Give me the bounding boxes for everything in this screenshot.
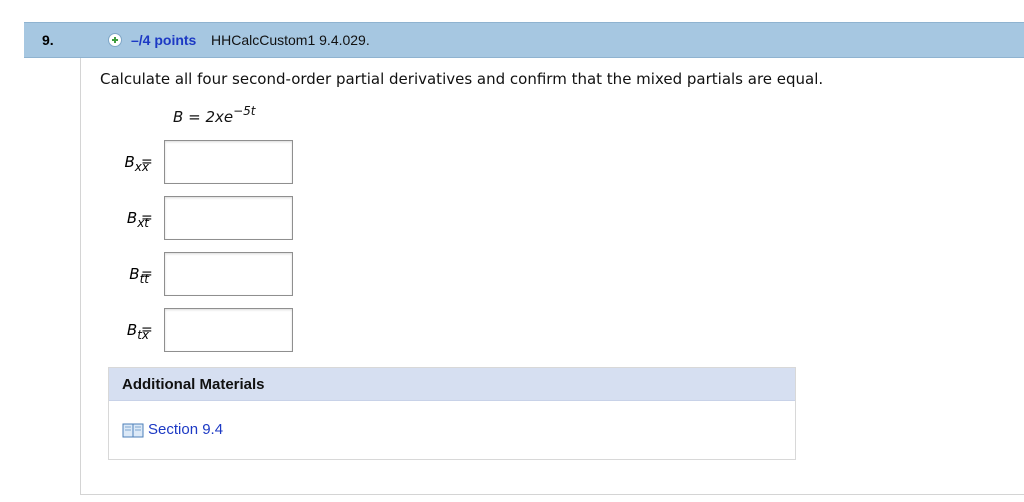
additional-materials-panel: Additional Materials Section 9.4 xyxy=(108,367,796,460)
points-label[interactable]: –/4 points xyxy=(131,32,196,48)
answer-row-bxx: Bxx = xyxy=(0,140,400,188)
equation-lhs: B xyxy=(173,108,184,126)
equation-rhs-base: 2xe xyxy=(205,108,234,126)
section-link-label: Section 9.4 xyxy=(148,421,224,438)
answer-row-btx: Btx = xyxy=(0,308,400,356)
given-equation: B = 2xe−5t xyxy=(173,104,256,126)
answer-equals: = xyxy=(141,266,153,282)
question-source: HHCalcCustom1 9.4.029. xyxy=(211,32,370,48)
expand-plus-icon[interactable] xyxy=(108,33,122,47)
answer-input-bxt[interactable] xyxy=(164,196,293,240)
section-link[interactable]: Section 9.4 xyxy=(122,421,223,438)
equation-rhs-exponent: −5t xyxy=(233,104,256,118)
answer-input-btt[interactable] xyxy=(164,252,293,296)
answer-row-bxt: Bxt = xyxy=(0,196,400,244)
equation-rhs: 2xe−5t xyxy=(205,104,255,126)
question-number: 9. xyxy=(42,32,54,48)
answer-input-btx[interactable] xyxy=(164,308,293,352)
additional-materials-title: Additional Materials xyxy=(109,368,795,401)
question-prompt: Calculate all four second-order partial … xyxy=(100,70,824,88)
book-icon xyxy=(122,423,144,437)
answer-equals: = xyxy=(141,210,153,226)
equation-equals: = xyxy=(188,108,201,126)
answer-equals: = xyxy=(141,322,153,338)
answer-row-btt: Btt = xyxy=(0,252,400,300)
question-header: 9. –/4 points HHCalcCustom1 9.4.029. xyxy=(24,22,1024,58)
answer-equals: = xyxy=(141,154,153,170)
answer-input-bxx[interactable] xyxy=(164,140,293,184)
